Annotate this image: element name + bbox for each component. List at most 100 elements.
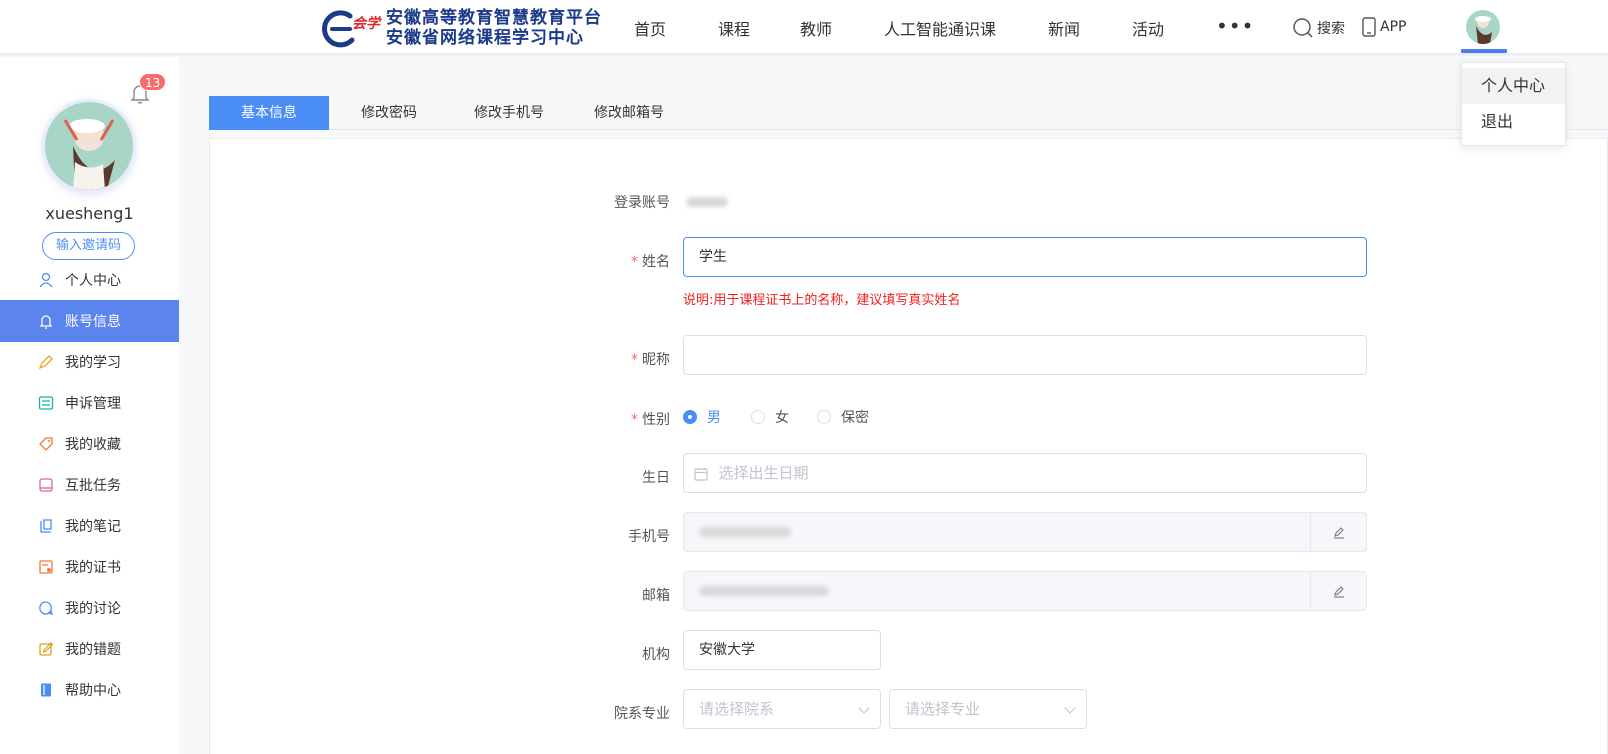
edit-phone-button[interactable] (1310, 513, 1366, 551)
note-icon (38, 518, 54, 534)
sidebar: 13 xuesheng1 输入邀请码 个人中心 账号信息 我的学习 申诉管理 我… (0, 57, 179, 754)
chat-icon (38, 600, 54, 616)
logo-title-line2: 安徽省网络课程学习中心 (386, 28, 584, 48)
nav-home[interactable]: 首页 (634, 16, 666, 40)
sidebar-item-favorites[interactable]: 我的收藏 (0, 423, 179, 465)
logo-mark-icon: 会学 (322, 8, 384, 48)
sidebar-item-label: 我的错题 (65, 642, 121, 658)
nickname-input[interactable] (683, 335, 1367, 375)
user-dropdown-menu: 个人中心 退出 (1461, 62, 1566, 146)
bell-icon (38, 313, 54, 329)
invite-code-button[interactable]: 输入邀请码 (42, 232, 135, 260)
sidebar-item-peer-review[interactable]: 互批任务 (0, 464, 179, 506)
radio-unchecked-icon (751, 410, 765, 424)
birthday-placeholder: 选择出生日期 (718, 464, 809, 482)
sidebar-item-label: 帮助中心 (65, 683, 121, 699)
sidebar-item-label: 我的笔记 (65, 519, 121, 535)
pen-icon (1332, 525, 1346, 539)
gender-radio-secret[interactable]: 保密 (817, 407, 869, 427)
nav-activities[interactable]: 活动 (1132, 16, 1164, 40)
sidebar-item-label: 互批任务 (65, 478, 121, 494)
sidebar-item-notes[interactable]: 我的笔记 (0, 505, 179, 547)
header-avatar[interactable] (1466, 10, 1500, 44)
birthday-label: 生日 (642, 470, 670, 486)
major-select[interactable]: 请选择专业 (889, 689, 1087, 729)
tab-change-email[interactable]: 修改邮箱号 (569, 96, 689, 130)
dropdown-personal-center[interactable]: 个人中心 (1462, 68, 1565, 104)
nickname-label: * 昵称 (631, 352, 670, 368)
edit-email-button[interactable] (1310, 572, 1366, 610)
email-label: 邮箱 (642, 588, 670, 604)
sidebar-item-label: 申诉管理 (65, 396, 121, 412)
sidebar-item-certificates[interactable]: 我的证书 (0, 546, 179, 588)
sidebar-item-my-study[interactable]: 我的学习 (0, 341, 179, 383)
chevron-down-icon (1064, 702, 1076, 714)
list-icon (38, 395, 54, 411)
gender-radio-male[interactable]: 男 (683, 407, 721, 427)
avatar-active-indicator (1461, 49, 1507, 53)
chevron-down-icon (858, 702, 870, 714)
nav-more-icon[interactable]: ••• (1216, 14, 1254, 38)
email-value-redacted (699, 586, 829, 596)
dept-select[interactable]: 请选择院系 (683, 689, 881, 729)
sidebar-item-label: 个人中心 (65, 273, 121, 289)
name-label: * 姓名 (631, 254, 670, 270)
gender-radio-female[interactable]: 女 (751, 407, 789, 427)
sidebar-item-appeals[interactable]: 申诉管理 (0, 382, 179, 424)
org-label: 机构 (642, 647, 670, 663)
search-button[interactable]: 搜索 (1292, 17, 1345, 39)
book-icon (38, 477, 54, 493)
radio-unchecked-icon (817, 410, 831, 424)
sidebar-item-help-center[interactable]: 帮助中心 (0, 669, 179, 711)
tab-basic-info[interactable]: 基本信息 (209, 96, 329, 130)
app-download-button[interactable]: APP (1362, 17, 1406, 37)
notification-badge: 13 (139, 73, 167, 91)
nav-teachers[interactable]: 教师 (800, 16, 832, 40)
nav-news[interactable]: 新闻 (1048, 16, 1080, 40)
nav-courses[interactable]: 课程 (718, 16, 750, 40)
pen-icon (1332, 584, 1346, 598)
search-icon (1292, 17, 1314, 39)
gender-label: * 性别 (631, 412, 670, 428)
tag-icon (38, 436, 54, 452)
dropdown-logout[interactable]: 退出 (1462, 104, 1565, 140)
tab-change-password[interactable]: 修改密码 (329, 96, 449, 130)
sidebar-item-discussions[interactable]: 我的讨论 (0, 587, 179, 629)
sidebar-item-wrong-questions[interactable]: 我的错题 (0, 628, 179, 670)
site-logo[interactable]: 会学 安徽高等教育智慧教育平台 安徽省网络课程学习中心 (322, 6, 602, 50)
sidebar-item-label: 我的学习 (65, 355, 121, 371)
sidebar-item-label: 我的收藏 (65, 437, 121, 453)
sidebar-item-label: 我的证书 (65, 560, 121, 576)
profile-avatar[interactable] (45, 102, 133, 190)
phone-input (683, 512, 1367, 552)
app-label: APP (1380, 19, 1407, 35)
phone-icon (1362, 17, 1376, 37)
nav-ai-course[interactable]: 人工智能通识课 (884, 16, 996, 40)
name-hint: 说明:用于课程证书上的名称，建议填写真实姓名 (683, 293, 961, 308)
pencil-icon (38, 354, 54, 370)
edit-icon (38, 641, 54, 657)
sidebar-item-account-info[interactable]: 账号信息 (0, 300, 179, 342)
account-value-redacted (686, 197, 728, 207)
birthday-picker[interactable]: 选择出生日期 (683, 453, 1367, 493)
name-input[interactable]: 学生 (683, 237, 1367, 277)
sidebar-item-label: 我的讨论 (65, 601, 121, 617)
email-input (683, 571, 1367, 611)
tab-change-phone[interactable]: 修改手机号 (449, 96, 569, 130)
top-header: 会学 安徽高等教育智慧教育平台 安徽省网络课程学习中心 首页 课程 教师 人工智… (0, 0, 1608, 54)
main-content: 基本信息 修改密码 修改手机号 修改邮箱号 登录账号 * 姓名 学生 说明:用于课… (209, 96, 1608, 754)
dept-label: 院系专业 (614, 706, 670, 722)
username: xuesheng1 (45, 204, 134, 223)
phone-label: 手机号 (628, 529, 670, 545)
calendar-icon (694, 467, 708, 481)
certificate-icon (38, 559, 54, 575)
sidebar-item-personal-center[interactable]: 个人中心 (0, 259, 179, 301)
phone-value-redacted (699, 527, 791, 537)
help-book-icon (38, 682, 54, 698)
search-label: 搜索 (1317, 21, 1345, 37)
account-label: 登录账号 (614, 195, 670, 211)
org-input[interactable]: 安徽大学 (683, 630, 881, 670)
user-icon (38, 272, 54, 288)
radio-checked-icon (683, 410, 697, 424)
logo-title-line1: 安徽高等教育智慧教育平台 (386, 8, 602, 28)
